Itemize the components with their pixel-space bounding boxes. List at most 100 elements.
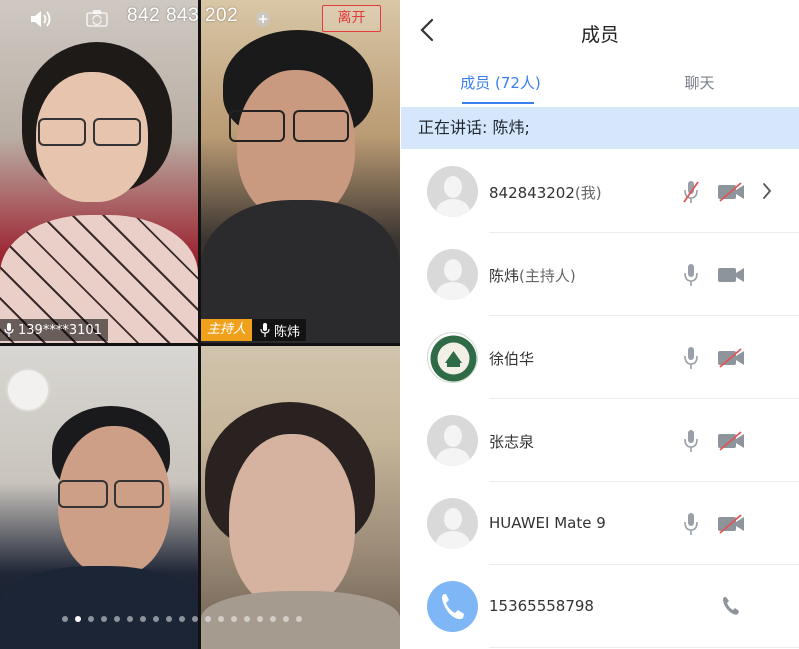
page-dot[interactable]: [205, 616, 211, 622]
camera-off-icon[interactable]: [717, 348, 745, 368]
page-dot[interactable]: [231, 616, 237, 622]
glasses: [38, 118, 86, 146]
video-tile-2[interactable]: 主持人 陈炜: [201, 0, 400, 343]
page-dot[interactable]: [127, 616, 133, 622]
page-dot[interactable]: [257, 616, 263, 622]
page-dot[interactable]: [166, 616, 172, 622]
tab-chat[interactable]: 聊天: [600, 72, 799, 93]
avatar: [427, 415, 478, 466]
leave-button[interactable]: 离开: [322, 5, 381, 32]
avatar: [427, 581, 478, 632]
video-tile-4[interactable]: [201, 346, 400, 649]
member-name: 张志泉: [489, 431, 534, 452]
active-tab-indicator: [462, 102, 534, 104]
member-list: 842843202(我) 陈炜(主持人) 徐伯华 张志泉 HUAWEI Mate…: [401, 150, 799, 648]
member-name-text: 徐伯华: [489, 350, 535, 368]
page-dot[interactable]: [192, 616, 198, 622]
speaking-indicator: 正在讲话: 陈炜;: [401, 107, 799, 149]
member-name-text: 842843202: [489, 184, 575, 202]
page-indicator[interactable]: [62, 616, 302, 622]
page-dot[interactable]: [114, 616, 120, 622]
speaker-icon[interactable]: [30, 9, 54, 29]
glasses: [58, 480, 108, 508]
avatar-body: [436, 531, 470, 549]
avatar-body: [436, 448, 470, 466]
page-dot[interactable]: [101, 616, 107, 622]
avatar-head: [444, 425, 462, 447]
phone-icon: [442, 594, 464, 620]
member-row[interactable]: 陈炜(主持人): [401, 233, 799, 316]
page-dot[interactable]: [62, 616, 68, 622]
mic-icon[interactable]: [683, 346, 699, 370]
meeting-id: 842 843 202: [127, 5, 239, 26]
camera-icon[interactable]: [717, 265, 745, 285]
page-dot[interactable]: [140, 616, 146, 622]
participant-name: 139****3101: [18, 322, 102, 338]
avatar-head: [444, 176, 462, 198]
page-dot[interactable]: [270, 616, 276, 622]
divider: [489, 647, 799, 648]
mic-muted-icon[interactable]: [683, 180, 699, 204]
page-dot[interactable]: [218, 616, 224, 622]
page-dot[interactable]: [244, 616, 250, 622]
tile-label: 139****3101: [0, 319, 108, 341]
mic-icon[interactable]: [683, 429, 699, 453]
participant-name: 陈炜: [274, 324, 301, 340]
member-row[interactable]: HUAWEI Mate 9: [401, 482, 799, 565]
page-title: 成员: [580, 24, 619, 46]
member-name-text: 张志泉: [489, 433, 535, 451]
members-panel: 成员 成员 (72人) 聊天 正在讲话: 陈炜; 842843202(我) 陈炜…: [401, 0, 799, 649]
page-dot[interactable]: [283, 616, 289, 622]
page-dot[interactable]: [179, 616, 185, 622]
camera-switch-icon[interactable]: [86, 9, 108, 27]
glasses: [229, 110, 285, 142]
mic-icon[interactable]: [683, 512, 699, 536]
member-name: HUAWEI Mate 9: [489, 514, 606, 532]
member-row[interactable]: 15365558798: [401, 565, 799, 648]
avatar-head: [444, 259, 462, 281]
call-toolbar: 842 843 202 离开: [0, 0, 400, 36]
shield-icon: [256, 11, 270, 27]
tab-members[interactable]: 成员 (72人): [401, 72, 600, 93]
glasses: [293, 110, 349, 142]
member-row[interactable]: 徐伯华: [401, 316, 799, 399]
avatar: [427, 166, 478, 217]
glasses: [93, 118, 141, 146]
page-dot[interactable]: [88, 616, 94, 622]
video-grid: 139****3101 主持人 陈炜 842 843 202 离开: [0, 0, 400, 649]
video-tile-3[interactable]: [0, 346, 198, 649]
avatar: [427, 498, 478, 549]
member-name-text: HUAWEI Mate 9: [489, 514, 606, 532]
avatar-body: [436, 282, 470, 300]
mic-icon: [260, 323, 270, 337]
participant-face: [237, 70, 355, 220]
tile-label: 主持人 陈炜: [201, 319, 307, 341]
chevron-right-icon[interactable]: [762, 182, 772, 200]
mic-icon: [4, 323, 14, 337]
page-dot[interactable]: [75, 616, 81, 622]
mic-icon[interactable]: [683, 263, 699, 287]
ceiling-light: [6, 368, 50, 412]
member-row[interactable]: 842843202(我): [401, 150, 799, 233]
jacket: [0, 566, 198, 649]
host-badge: 主持人: [201, 319, 253, 341]
video-tile-1[interactable]: 139****3101: [0, 0, 198, 343]
member-name: 842843202(我): [489, 182, 602, 203]
page-dot[interactable]: [153, 616, 159, 622]
camera-off-icon[interactable]: [717, 431, 745, 451]
glasses: [114, 480, 164, 508]
member-name: 徐伯华: [489, 348, 534, 369]
avatar: [427, 332, 478, 383]
member-role: (我): [574, 184, 602, 202]
member-name: 陈炜(主持人): [489, 265, 576, 286]
avatar-head: [444, 508, 462, 530]
member-name-text: 15365558798: [489, 597, 594, 615]
member-row[interactable]: 张志泉: [401, 399, 799, 482]
camera-off-icon[interactable]: [717, 182, 745, 202]
member-name: 15365558798: [489, 597, 594, 615]
camera-off-icon[interactable]: [717, 514, 745, 534]
member-role: (主持人): [519, 267, 576, 285]
page-dot[interactable]: [296, 616, 302, 622]
phone-icon[interactable]: [720, 595, 742, 617]
member-name-text: 陈炜: [489, 267, 520, 285]
